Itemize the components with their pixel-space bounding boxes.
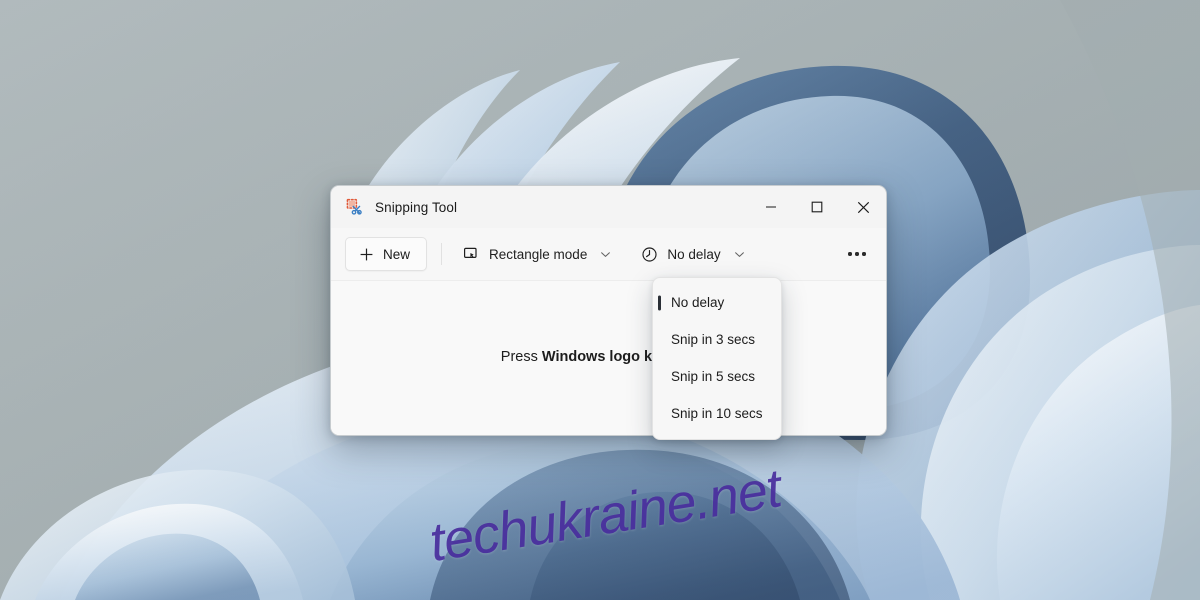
delay-menu-item-label: Snip in 3 secs — [671, 332, 756, 347]
maximize-button[interactable] — [794, 186, 840, 228]
window-caption-buttons — [748, 186, 886, 228]
plus-icon — [360, 248, 373, 260]
delay-menu-item-label: Snip in 10 secs — [671, 406, 763, 421]
snip-mode-button[interactable]: Rectangle mode — [454, 237, 620, 271]
delay-menu-item-label: Snip in 5 secs — [671, 369, 756, 384]
snipping-tool-window: Snipping Tool New Rectangle mode No dela… — [330, 185, 887, 440]
snip-content-area: Press Windows logo key + Shif. — [331, 280, 886, 435]
delay-menu-item-label: No delay — [671, 295, 725, 310]
delay-menu-item-1[interactable]: Snip in 3 secs — [653, 321, 781, 358]
close-button[interactable] — [840, 186, 886, 228]
toolbar-separator — [441, 243, 443, 265]
chevron-down-icon — [734, 251, 744, 257]
snip-mode-label: Rectangle mode — [489, 246, 588, 262]
delay-menu-item-0[interactable]: No delay — [653, 284, 781, 321]
new-snip-label: New — [383, 246, 411, 262]
minimize-icon — [766, 206, 776, 208]
window-titlebar: Snipping Tool — [331, 186, 886, 228]
clock-icon — [642, 246, 657, 262]
see-more-button[interactable] — [840, 237, 874, 271]
minimize-button[interactable] — [748, 186, 794, 228]
window-title: Snipping Tool — [375, 199, 458, 215]
window-toolbar: New Rectangle mode No delay — [331, 228, 886, 280]
selected-indicator — [658, 295, 661, 310]
rectangle-snip-icon — [464, 247, 477, 258]
hint-prefix: Press — [500, 349, 542, 365]
new-snip-button[interactable]: New — [345, 237, 428, 271]
close-icon — [857, 201, 869, 213]
delay-dropdown-menu: No delay Snip in 3 secs Snip in 5 secs S… — [652, 277, 782, 440]
chevron-down-icon — [601, 251, 611, 257]
ellipsis-icon — [848, 252, 866, 256]
maximize-icon — [811, 201, 823, 213]
snipping-tool-icon — [345, 198, 363, 216]
delay-label: No delay — [667, 246, 721, 262]
delay-button[interactable]: No delay — [632, 237, 753, 271]
delay-menu-item-2[interactable]: Snip in 5 secs — [653, 358, 781, 395]
delay-menu-item-3[interactable]: Snip in 10 secs — [653, 395, 781, 432]
